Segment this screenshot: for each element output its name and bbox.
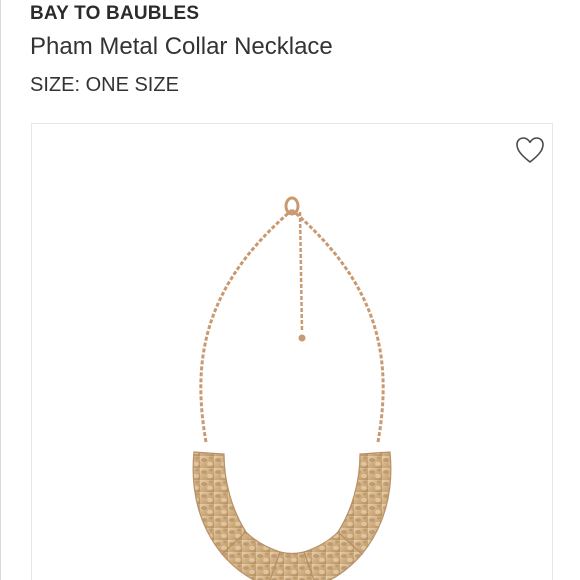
product-listing: BAY TO BAUBLES Pham Metal Collar Necklac… [0, 0, 580, 580]
brand-name[interactable]: BAY TO BAUBLES [30, 3, 199, 25]
heart-icon[interactable] [515, 136, 545, 164]
necklace-image [192, 196, 392, 580]
necklace-chain-left [199, 208, 293, 443]
necklace-chain-right [291, 208, 385, 443]
necklace-extender [298, 211, 304, 333]
collar-plate-right [337, 451, 392, 555]
product-image-card[interactable] [31, 123, 553, 580]
product-title: Pham Metal Collar Necklace [30, 33, 333, 60]
size-label: SIZE: ONE SIZE [30, 74, 179, 96]
